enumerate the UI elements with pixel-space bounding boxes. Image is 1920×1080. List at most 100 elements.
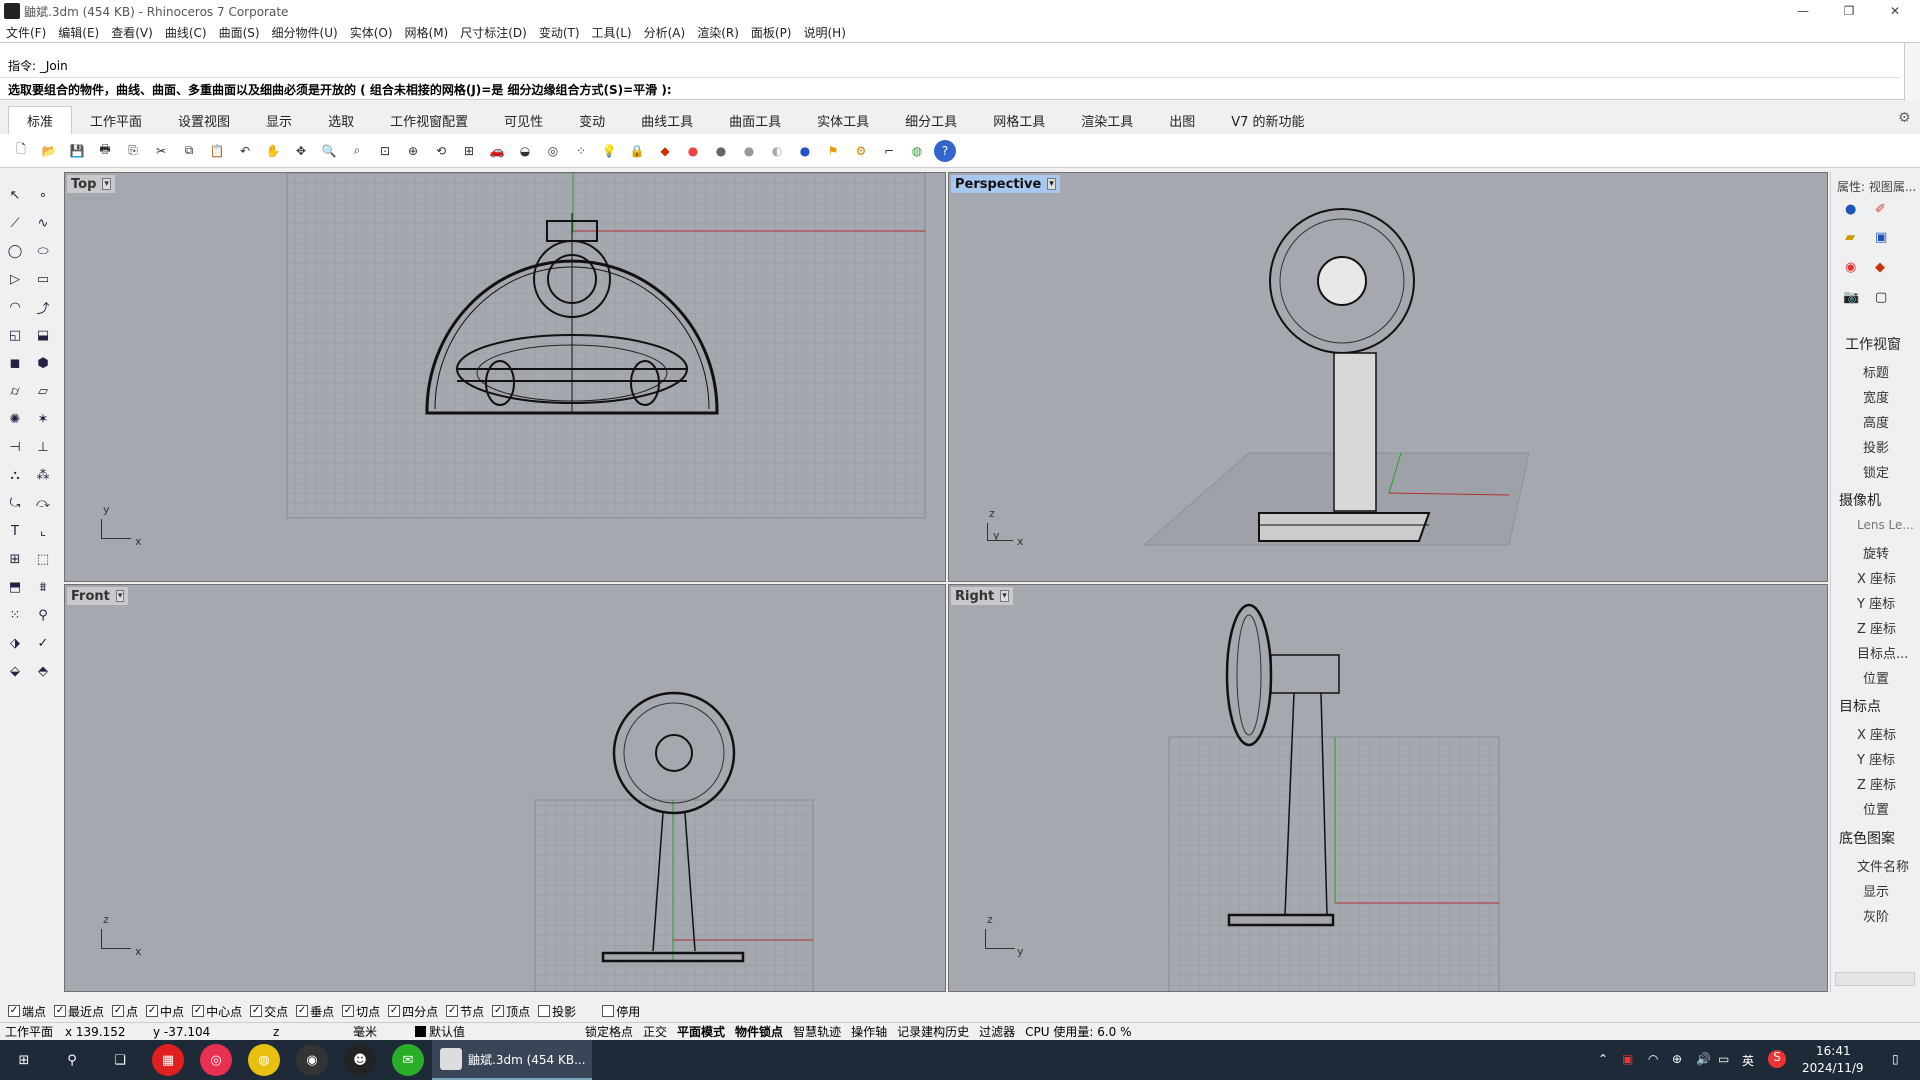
- browser-icon[interactable]: ◍: [248, 1044, 280, 1076]
- qq-icon[interactable]: ☻: [344, 1044, 376, 1076]
- taskbar-rhino-app[interactable]: 鼬斌.3dm (454 KB...: [432, 1040, 592, 1080]
- checkbox[interactable]: ✓: [112, 1005, 125, 1017]
- tab-subd-tools[interactable]: 细分工具: [887, 106, 975, 134]
- dimension-tool-icon[interactable]: ⌞: [32, 520, 54, 542]
- app-icon-dark[interactable]: ◉: [296, 1044, 328, 1076]
- paint-icon[interactable]: ⬘: [32, 660, 54, 682]
- viewport-front[interactable]: Front ▾ z x: [64, 584, 946, 992]
- section-target[interactable]: 目标点: [1839, 696, 1881, 716]
- new-file-icon[interactable]: 🗋: [10, 140, 32, 162]
- toggle-gumball[interactable]: 操作轴: [846, 1023, 892, 1040]
- render-icon[interactable]: ⬙: [4, 660, 26, 682]
- split-icon[interactable]: ⊥: [32, 436, 54, 458]
- polyline-icon[interactable]: ⟋: [4, 212, 26, 234]
- hide-icon[interactable]: ◒: [514, 140, 536, 162]
- osnap-disable[interactable]: 停用: [602, 1003, 640, 1020]
- osnap-mid[interactable]: ✓ 中点: [146, 1003, 184, 1020]
- tray-chevron-up-icon[interactable]: ⌃: [1598, 1052, 1608, 1066]
- toggle-planar[interactable]: 平面模式: [672, 1023, 730, 1040]
- dimension-icon[interactable]: ⌐: [878, 140, 900, 162]
- analyze-icon[interactable]: ⬗: [4, 632, 26, 654]
- flag-icon[interactable]: ⚑: [822, 140, 844, 162]
- gear-icon[interactable]: ⚙: [1898, 110, 1911, 126]
- paste-icon[interactable]: 📋: [206, 140, 228, 162]
- viewport-right[interactable]: Right ▾ z y: [948, 584, 1828, 992]
- display-icon[interactable]: ▣: [1875, 230, 1887, 245]
- minimize-button[interactable]: —: [1780, 0, 1826, 22]
- curve-icon[interactable]: ∿: [32, 212, 54, 234]
- menu-transform[interactable]: 变动(T): [539, 24, 580, 41]
- render-sphere-icon[interactable]: ●: [738, 140, 760, 162]
- import-icon[interactable]: ⎘: [122, 140, 144, 162]
- tab-viewport-layout[interactable]: 工作视窗配置: [372, 106, 486, 134]
- edit-points-icon[interactable]: ⬚: [32, 548, 54, 570]
- explode-icon[interactable]: ✶: [32, 408, 54, 430]
- menu-panels[interactable]: 面板(P): [751, 24, 792, 41]
- grid-array-icon[interactable]: ⁙: [4, 604, 26, 626]
- checkbox[interactable]: [602, 1005, 615, 1017]
- tray-app-icon[interactable]: ▣: [1622, 1052, 1633, 1066]
- chevron-down-icon[interactable]: ▾: [115, 590, 125, 602]
- command-scrollbar[interactable]: [1904, 43, 1920, 101]
- menu-dimension[interactable]: 尺寸标注(D): [460, 24, 527, 41]
- wechat-icon[interactable]: ✉: [392, 1044, 424, 1076]
- close-button[interactable]: ✕: [1872, 0, 1918, 22]
- netease-music-icon[interactable]: ◎: [200, 1044, 232, 1076]
- undo-icon[interactable]: ↶: [234, 140, 256, 162]
- wifi-icon[interactable]: ◠: [1648, 1052, 1658, 1066]
- ellipse-icon[interactable]: ⬭: [32, 240, 54, 262]
- tab-visibility[interactable]: 可见性: [486, 106, 561, 134]
- point-icon[interactable]: ∘: [32, 184, 54, 206]
- menu-surface[interactable]: 曲面(S): [219, 24, 260, 41]
- network-globe-icon[interactable]: ⊕: [1672, 1052, 1682, 1066]
- osnap-project[interactable]: 投影: [538, 1003, 576, 1020]
- osnap-point[interactable]: ✓ 点: [112, 1003, 138, 1020]
- align-icon[interactable]: ⩩: [32, 576, 54, 598]
- clock-date[interactable]: 2024/11/9: [1802, 1061, 1864, 1075]
- trim-icon[interactable]: ⊣: [4, 436, 26, 458]
- join-icon[interactable]: ⛬: [4, 464, 26, 486]
- clock-time[interactable]: 16:41: [1816, 1044, 1851, 1058]
- section-camera[interactable]: 摄像机: [1839, 490, 1881, 510]
- viewport-top[interactable]: Top ▾ y x: [64, 172, 946, 582]
- tab-standard[interactable]: 标准: [8, 106, 73, 134]
- tab-display[interactable]: 显示: [248, 106, 310, 134]
- layer-icon[interactable]: ◆: [654, 140, 676, 162]
- ime-indicator[interactable]: 英: [1742, 1052, 1754, 1069]
- tab-solid-tools[interactable]: 实体工具: [799, 106, 887, 134]
- solid-edit-icon[interactable]: ⬒: [4, 576, 26, 598]
- osnap-near[interactable]: ✓ 最近点: [54, 1003, 104, 1020]
- checkbox[interactable]: [538, 1005, 551, 1017]
- layer-panel-icon[interactable]: ◆: [1875, 260, 1885, 275]
- toggle-grid-snap[interactable]: 锁定格点: [580, 1023, 638, 1040]
- menu-file[interactable]: 文件(F): [6, 24, 46, 41]
- arc-icon[interactable]: ◠: [4, 296, 26, 318]
- color-icon[interactable]: ◉: [1845, 260, 1856, 275]
- viewport-label-front[interactable]: Front ▾: [67, 587, 129, 605]
- search-icon[interactable]: ⚲: [56, 1044, 88, 1076]
- task-view-icon[interactable]: ❏: [104, 1044, 136, 1076]
- gumball-icon[interactable]: ⚲: [32, 604, 54, 626]
- array-icon[interactable]: ⊞: [4, 548, 26, 570]
- menu-solid[interactable]: 实体(O): [350, 24, 393, 41]
- prop-target-position[interactable]: 位置: [1863, 799, 1889, 818]
- check-icon[interactable]: ✓: [32, 632, 54, 654]
- battery-icon[interactable]: ▭: [1718, 1052, 1729, 1066]
- osnap-tangent[interactable]: ✓ 切点: [342, 1003, 380, 1020]
- tab-select[interactable]: 选取: [310, 106, 372, 134]
- notification-icon[interactable]: ▯: [1892, 1052, 1899, 1066]
- open-file-icon[interactable]: 📂: [38, 140, 60, 162]
- menu-mesh[interactable]: 网格(M): [405, 24, 449, 41]
- save-icon[interactable]: 💾: [66, 140, 88, 162]
- subd-icon[interactable]: ✺: [4, 408, 26, 430]
- copy-icon[interactable]: ⧉: [178, 140, 200, 162]
- viewport-perspective[interactable]: Perspective ▾ z y x: [948, 172, 1828, 582]
- menu-subd[interactable]: 细分物件(U): [272, 24, 338, 41]
- group-icon[interactable]: ⁂: [32, 464, 54, 486]
- blend-icon[interactable]: ⤼: [32, 492, 54, 514]
- osnap-perpendicular[interactable]: ✓ 垂点: [296, 1003, 334, 1020]
- checkbox[interactable]: ✓: [492, 1005, 505, 1017]
- tab-render-tools[interactable]: 渲染工具: [1063, 106, 1151, 134]
- checkbox[interactable]: ✓: [8, 1005, 20, 1017]
- blue-sphere-icon[interactable]: ●: [794, 140, 816, 162]
